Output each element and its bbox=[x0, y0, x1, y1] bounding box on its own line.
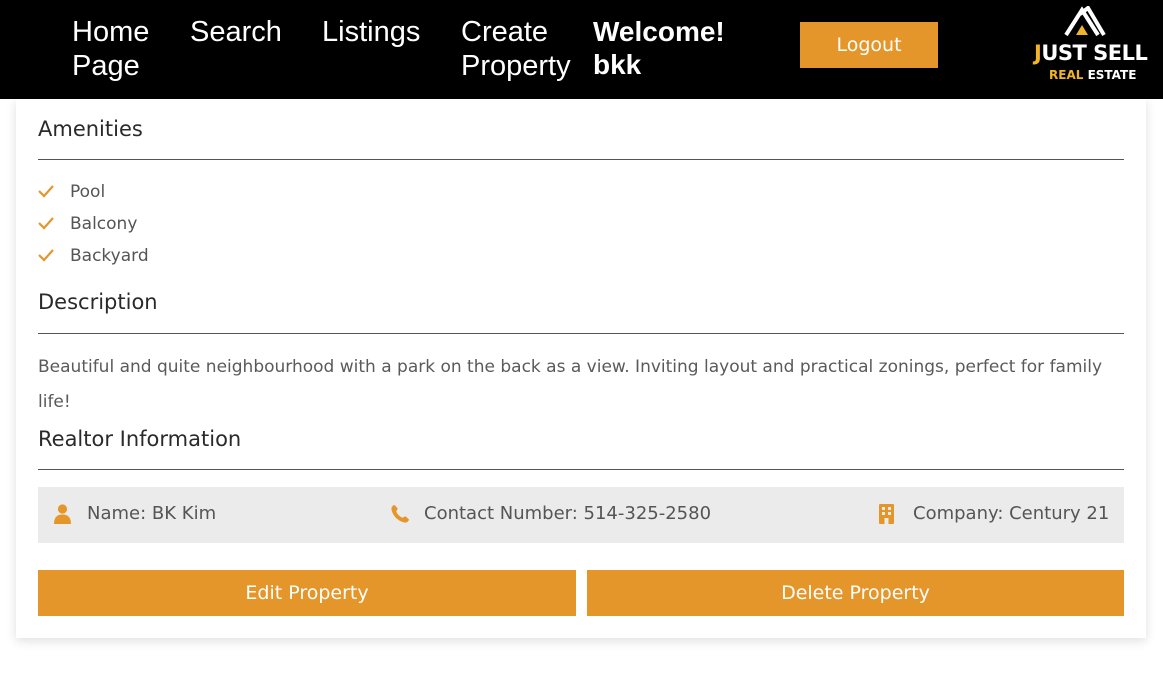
logo-tagline: REAL ESTATE bbox=[1049, 68, 1136, 82]
building-icon bbox=[879, 504, 894, 524]
check-icon bbox=[38, 217, 54, 230]
user-icon bbox=[54, 504, 71, 524]
welcome-message: Welcome! bkk bbox=[593, 16, 725, 80]
nav-listings[interactable]: Listings bbox=[322, 15, 420, 49]
amenities-divider bbox=[38, 159, 1124, 160]
amenities-heading: Amenities bbox=[38, 117, 143, 141]
description-text: Beautiful and quite neighbourhood with a… bbox=[38, 357, 1103, 412]
amenity-label: Backyard bbox=[70, 246, 149, 266]
check-icon bbox=[38, 249, 54, 262]
realtor-contact-text: Contact Number: 514-325-2580 bbox=[424, 503, 712, 524]
description-divider bbox=[38, 333, 1124, 334]
check-icon bbox=[38, 185, 54, 198]
nav-create-property[interactable]: Create Property bbox=[461, 15, 591, 83]
roof-logo-icon bbox=[1064, 6, 1106, 37]
realtor-name-text: Name: BK Kim bbox=[87, 503, 217, 524]
top-navbar: Home Page Search Listings Create Propert… bbox=[0, 0, 1163, 99]
brand-logo[interactable]: JUST SELL REAL ESTATE bbox=[1030, 6, 1148, 84]
logo-wordmark-rest: UST SELL bbox=[1041, 41, 1148, 65]
phone-icon bbox=[391, 505, 409, 523]
logo-tagline-accent: REAL bbox=[1049, 68, 1084, 82]
realtor-divider bbox=[38, 469, 1124, 470]
nav-search[interactable]: Search bbox=[190, 15, 282, 49]
nav-home-page[interactable]: Home Page bbox=[72, 15, 182, 83]
amenity-label: Balcony bbox=[70, 214, 138, 234]
realtor-heading: Realtor Information bbox=[38, 427, 242, 451]
logout-button[interactable]: Logout bbox=[800, 22, 938, 68]
realtor-company-text: Company: Century 21 bbox=[913, 503, 1110, 524]
description-heading: Description bbox=[38, 290, 158, 314]
realtor-info-bar: Name: BK Kim Contact Number: 514-325-258… bbox=[38, 487, 1124, 543]
logo-tagline-rest: ESTATE bbox=[1087, 68, 1137, 82]
amenity-label: Pool bbox=[70, 182, 106, 202]
edit-property-button[interactable]: Edit Property bbox=[38, 570, 576, 616]
delete-property-button[interactable]: Delete Property bbox=[587, 570, 1124, 616]
logo-wordmark: JUST SELL bbox=[1034, 41, 1148, 65]
